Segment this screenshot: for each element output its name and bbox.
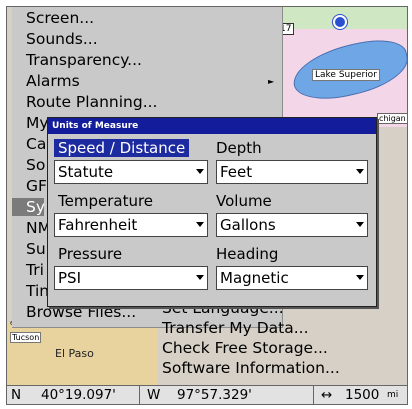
menu-item-su[interactable]: Su — [26, 240, 46, 258]
menu-item-system[interactable]: Sy — [12, 198, 45, 216]
menu-item-gf[interactable]: GF — [26, 177, 47, 195]
status-divider — [139, 386, 140, 404]
dialog-title: Units of Measure — [48, 118, 376, 134]
depth-value: Feet — [220, 163, 253, 181]
submenu-arrow-icon: ► — [268, 77, 275, 86]
dropdown-arrow-icon — [356, 275, 364, 280]
map-label-michigan: chigan — [377, 113, 407, 124]
menu-item-ca[interactable]: Ca — [26, 135, 46, 153]
menu-item-so[interactable]: So — [26, 156, 45, 174]
heading-value: Magnetic — [220, 269, 289, 287]
pressure-label: Pressure — [58, 245, 123, 263]
menu-item-tri[interactable]: Tri — [26, 261, 44, 279]
latitude-prefix: N — [11, 387, 22, 403]
depth-label: Depth — [216, 139, 262, 157]
submenu-software-info[interactable]: Software Information... — [162, 359, 340, 377]
menu-item-sounds[interactable]: Sounds... — [26, 30, 98, 48]
menu-item-route-planning[interactable]: Route Planning... — [26, 93, 157, 111]
status-bar: N 40°19.097' W 97°57.329' ↔ 1500 mi — [7, 385, 407, 404]
longitude-prefix: W — [147, 387, 161, 403]
volume-select[interactable]: Gallons — [216, 213, 368, 237]
speed-distance-label: Speed / Distance — [54, 139, 190, 157]
dropdown-arrow-icon — [356, 222, 364, 227]
submenu-check-storage[interactable]: Check Free Storage... — [162, 339, 328, 357]
submenu-transfer-data[interactable]: Transfer My Data... — [162, 319, 309, 337]
temperature-label: Temperature — [58, 192, 154, 210]
volume-value: Gallons — [220, 216, 276, 234]
menu-item-transparency[interactable]: Transparency... — [26, 51, 142, 69]
map-label-tucson: Tucson — [10, 332, 42, 343]
heading-label: Heading — [216, 245, 279, 263]
temperature-select[interactable]: Fahrenheit — [54, 213, 208, 237]
gps-screen: Lake Superior 17 chigan enix Tucson El P… — [6, 6, 408, 405]
speed-distance-select[interactable]: Statute — [54, 160, 208, 184]
menu-item-alarms[interactable]: Alarms — [26, 72, 80, 90]
dropdown-arrow-icon — [196, 169, 204, 174]
pressure-select[interactable]: PSI — [54, 266, 208, 290]
dropdown-arrow-icon — [356, 169, 364, 174]
position-cursor-icon — [333, 15, 347, 29]
status-divider — [313, 386, 314, 404]
range-arrow-icon: ↔ — [321, 387, 333, 403]
heading-select[interactable]: Magnetic — [216, 266, 368, 290]
speed-distance-value: Statute — [58, 163, 114, 181]
volume-label: Volume — [216, 192, 272, 210]
range-value: 1500 — [345, 387, 380, 403]
menu-item-my[interactable]: My — [26, 114, 49, 132]
dropdown-arrow-icon — [196, 222, 204, 227]
longitude-value: 97°57.329' — [177, 387, 252, 403]
menu-item-tin[interactable]: Tin — [26, 282, 49, 300]
map-label-el-paso: El Paso — [55, 347, 94, 360]
menu-item-screen[interactable]: Screen... — [26, 9, 94, 27]
lake-superior-label: Lake Superior — [312, 69, 380, 81]
temperature-value: Fahrenheit — [58, 216, 138, 234]
units-of-measure-dialog: Units of Measure Speed / Distance Statut… — [47, 117, 377, 307]
depth-select[interactable]: Feet — [216, 160, 368, 184]
dropdown-arrow-icon — [196, 275, 204, 280]
range-unit: mi — [387, 390, 399, 400]
pressure-value: PSI — [58, 269, 81, 287]
latitude-value: 40°19.097' — [41, 387, 116, 403]
